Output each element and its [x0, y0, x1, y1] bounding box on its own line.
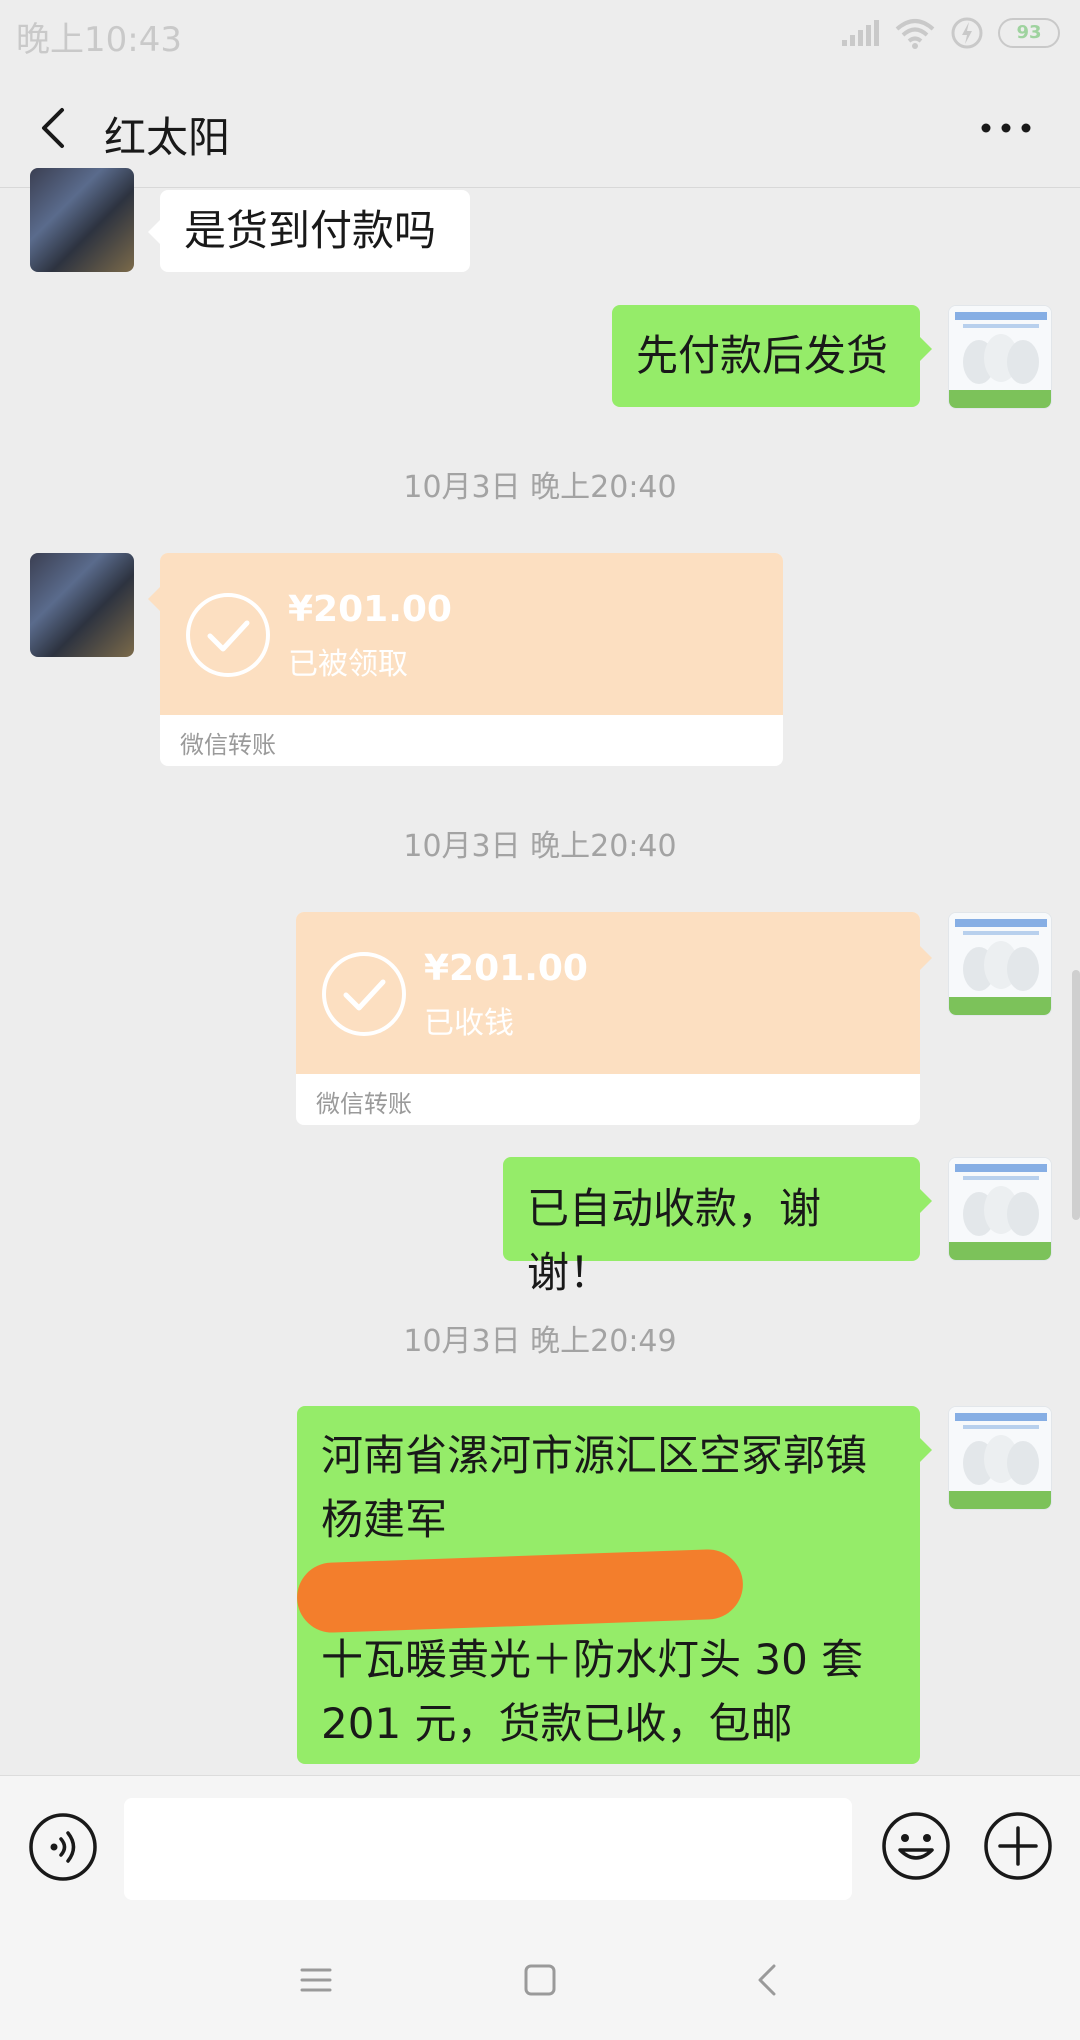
message-input[interactable]	[124, 1798, 852, 1900]
message-text-line: 201 元，货款已收，包邮	[321, 1699, 793, 1748]
status-bar: 晚上10:43 93	[0, 0, 1080, 70]
message-bubble-outgoing[interactable]: 已自动收款，谢谢！	[503, 1157, 932, 1297]
message-text: 是货到付款吗	[184, 206, 437, 255]
transfer-status: 已收钱	[424, 1006, 514, 1041]
scrollbar-thumb[interactable]	[1072, 970, 1080, 1220]
message-bubble-outgoing[interactable]: 先付款后发货	[612, 305, 932, 407]
plus-icon[interactable]	[982, 1810, 1054, 1882]
lightbulb-avatar-image	[949, 1158, 1051, 1260]
wifi-icon	[895, 19, 935, 49]
self-avatar[interactable]	[948, 912, 1052, 1016]
emoji-icon[interactable]	[880, 1810, 952, 1882]
lightbulb-avatar-image	[949, 1407, 1051, 1509]
transfer-card-incoming[interactable]: ¥201.00 已被领取 微信转账	[148, 553, 783, 766]
message-timestamp: 10月3日 晚上20:40	[403, 829, 677, 864]
home-icon[interactable]	[516, 1956, 564, 2004]
signal-icon	[842, 20, 879, 46]
message-bubble-incoming[interactable]: 是货到付款吗	[148, 190, 470, 272]
system-nav-bar	[0, 1920, 1080, 2040]
self-avatar[interactable]	[948, 1406, 1052, 1510]
message-text: 已自动收款，谢谢！	[527, 1184, 822, 1297]
transfer-label: 微信转账	[180, 731, 276, 759]
contact-avatar[interactable]	[30, 168, 134, 272]
back-arrow-icon[interactable]	[28, 100, 84, 156]
check-circle-icon	[186, 593, 270, 677]
nav-back-icon[interactable]	[744, 1956, 792, 2004]
chat-header: 红太阳	[0, 70, 1080, 188]
more-dots-icon[interactable]	[976, 106, 1036, 150]
transfer-card-body: ¥201.00 已收钱	[296, 912, 920, 1074]
lightbulb-avatar-image	[949, 306, 1051, 408]
voice-icon[interactable]	[28, 1812, 98, 1882]
chat-screen: 晚上10:43 93 红太阳 是货到付款吗 先付款后发货 10月3日 晚上20:…	[0, 0, 1080, 2040]
self-avatar[interactable]	[948, 305, 1052, 409]
self-avatar[interactable]	[948, 1157, 1052, 1261]
message-text-line: 河南省漯河市源汇区空冢郭镇	[321, 1431, 868, 1480]
message-text-line: 杨建军	[321, 1495, 448, 1544]
charging-icon	[951, 17, 983, 49]
message-bubble-outgoing[interactable]: 河南省漯河市源汇区空冢郭镇 杨建军 十瓦暖黄光＋防水灯头 30 套 201 元，…	[295, 1406, 932, 1764]
input-bar	[0, 1775, 1080, 1920]
redaction-mark	[295, 1548, 745, 1634]
message-timestamp: 10月3日 晚上20:49	[403, 1324, 677, 1359]
transfer-amount: ¥201.00	[424, 948, 588, 989]
message-timestamp: 10月3日 晚上20:40	[403, 470, 677, 505]
transfer-card-outgoing[interactable]: ¥201.00 已收钱 微信转账	[296, 912, 932, 1125]
status-icons: 93	[840, 16, 1060, 50]
transfer-amount: ¥201.00	[288, 589, 452, 630]
chat-title: 红太阳	[104, 113, 231, 162]
contact-avatar[interactable]	[30, 553, 134, 657]
transfer-label: 微信转账	[316, 1090, 412, 1118]
battery-icon: 93	[998, 18, 1060, 48]
message-text-line: 十瓦暖黄光＋防水灯头 30 套	[321, 1635, 864, 1684]
lightbulb-avatar-image	[949, 913, 1051, 1015]
status-time: 晚上10:43	[16, 20, 182, 60]
menu-icon[interactable]	[292, 1956, 340, 2004]
transfer-card-body: ¥201.00 已被领取	[160, 553, 783, 715]
message-text: 先付款后发货	[636, 331, 889, 380]
transfer-status: 已被领取	[288, 647, 408, 682]
check-circle-icon	[322, 952, 406, 1036]
